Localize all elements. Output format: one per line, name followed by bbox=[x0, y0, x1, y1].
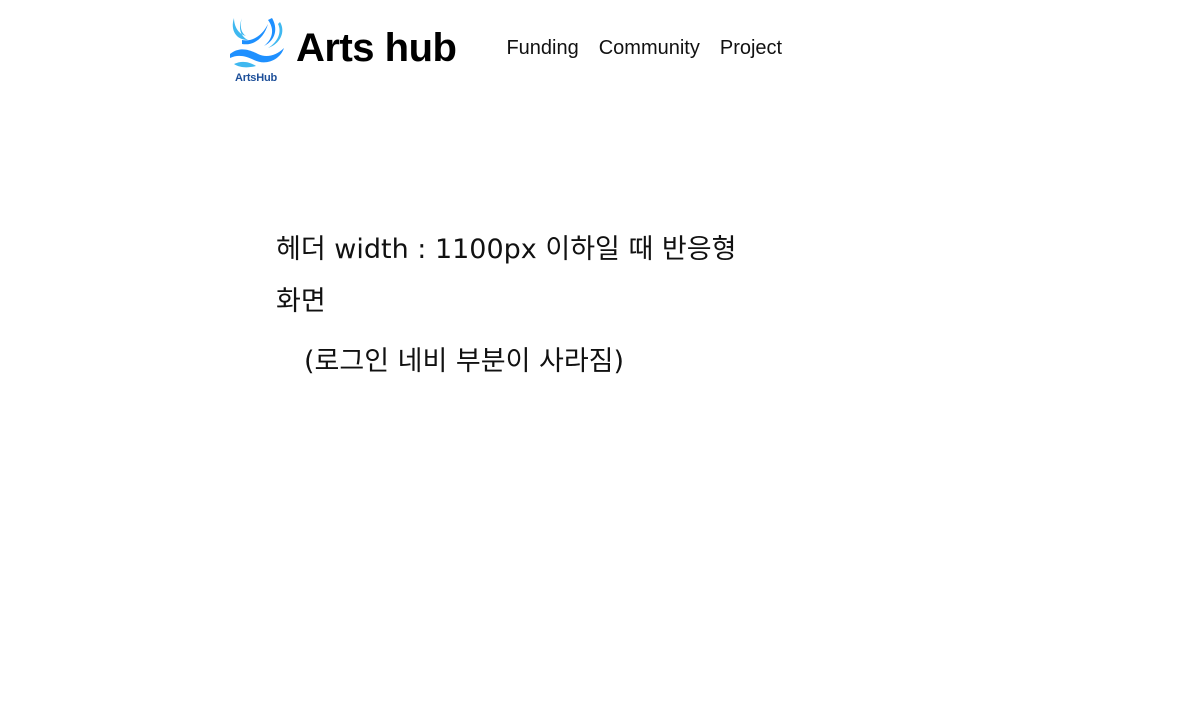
nav-link-community[interactable]: Community bbox=[599, 37, 700, 60]
page: ArtsHub Arts hub Funding Community Proje… bbox=[0, 0, 1204, 725]
brand-title[interactable]: Arts hub bbox=[296, 26, 457, 71]
splash-logo-icon bbox=[230, 18, 284, 68]
artshub-logo[interactable]: ArtsHub bbox=[228, 14, 288, 86]
nav-link-funding[interactable]: Funding bbox=[506, 37, 578, 60]
responsive-note-detail: (로그인 네비 부분이 사라짐) bbox=[304, 346, 625, 377]
main-content: 헤더 width : 1100px 이하일 때 반응형 화면 (로그인 네비 부… bbox=[276, 224, 796, 388]
responsive-note-line2: 화면 bbox=[276, 286, 326, 317]
nav-link-project[interactable]: Project bbox=[720, 37, 782, 60]
main-nav: Funding Community Project bbox=[506, 37, 782, 60]
logo-caption: ArtsHub bbox=[235, 72, 277, 84]
site-header: ArtsHub Arts hub Funding Community Proje… bbox=[228, 14, 782, 86]
responsive-note-line1: 헤더 width : 1100px 이하일 때 반응형 bbox=[276, 234, 737, 265]
